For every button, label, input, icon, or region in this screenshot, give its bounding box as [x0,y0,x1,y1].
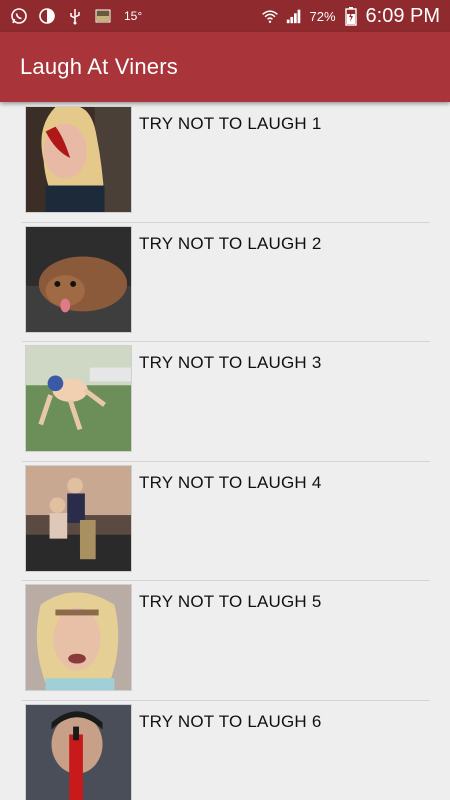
list-item[interactable]: TRY NOT TO LAUGH 2 [22,223,430,342]
video-thumbnail[interactable] [25,345,132,452]
item-title: TRY NOT TO LAUGH 1 [139,114,322,133]
contrast-icon [38,7,56,25]
status-bar: 15° 72% 6:09 PM [0,0,450,32]
list-item[interactable]: TRY NOT TO LAUGH 4 [22,462,430,581]
clock-text: 6:09 PM [365,4,440,27]
item-title: TRY NOT TO LAUGH 3 [139,353,322,372]
image-notification-icon [94,7,112,25]
app-bar: Laugh At Viners [0,32,450,102]
usb-icon [66,7,84,25]
status-bar-system: 72% 6:09 PM [261,5,440,28]
video-thumbnail[interactable] [25,464,132,572]
list-item[interactable]: TRY NOT TO LAUGH 3 [22,342,430,462]
video-thumbnail[interactable] [25,106,132,213]
item-title: TRY NOT TO LAUGH 2 [139,233,322,253]
status-bar-notifications: 15° [10,7,142,25]
battery-charging-icon [342,7,360,26]
video-thumbnail[interactable] [25,703,132,800]
item-title: TRY NOT TO LAUGH 4 [139,472,322,492]
temperature-text: 15° [124,9,143,23]
item-title: TRY NOT TO LAUGH 6 [139,711,322,731]
wifi-icon [261,7,279,25]
list-item[interactable]: TRY NOT TO LAUGH 5 [22,581,430,701]
signal-icon [285,7,303,25]
video-list[interactable]: TRY NOT TO LAUGH 1 TRY NOT TO LAUGH 2 TR… [22,103,430,800]
video-thumbnail[interactable] [25,584,132,691]
list-item[interactable]: TRY NOT TO LAUGH 6 [22,701,430,800]
whatsapp-icon [10,7,28,25]
item-title: TRY NOT TO LAUGH 5 [139,592,322,611]
list-item[interactable]: TRY NOT TO LAUGH 1 [22,103,430,223]
app-title: Laugh At Viners [20,54,178,79]
video-thumbnail[interactable] [25,225,132,333]
battery-percent-text: 72% [309,8,336,24]
